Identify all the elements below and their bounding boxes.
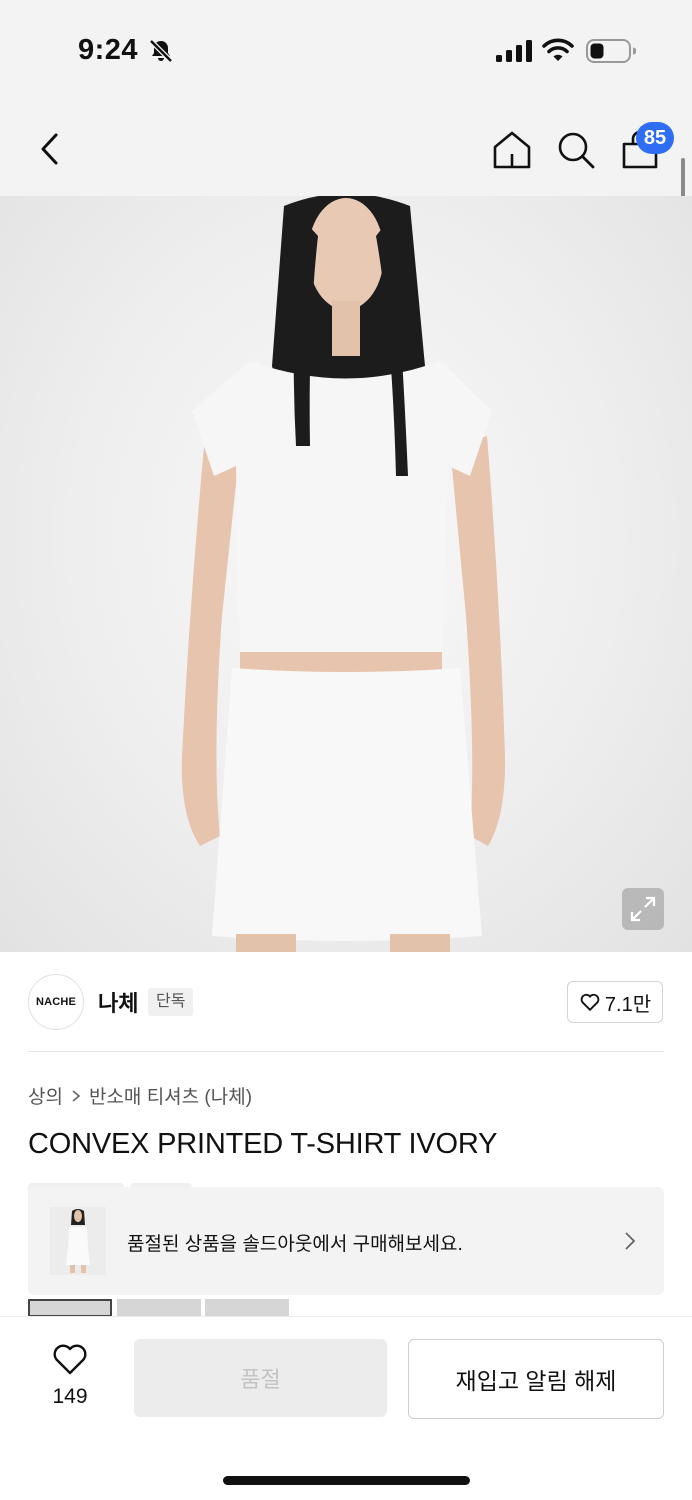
battery-icon <box>586 39 636 63</box>
wishlist-button[interactable]: 149 <box>42 1343 98 1413</box>
brand-logo[interactable]: NACHE <box>28 974 84 1030</box>
heart-icon <box>53 1344 87 1375</box>
cart-count-badge: 85 <box>636 122 674 154</box>
brand-name[interactable]: 나체 <box>98 986 138 1018</box>
bell-off-icon <box>149 39 173 63</box>
breadcrumb-category[interactable]: 상의 <box>28 1082 63 1109</box>
heart-icon <box>580 993 600 1012</box>
product-thumbnail[interactable] <box>117 1299 201 1317</box>
soldout-banner-text: 품절된 상품을 솔드아웃에서 구매해보세요. <box>127 1234 463 1255</box>
brand-like-count: 7.1만 <box>604 993 652 1016</box>
soldout-button: 품절 <box>134 1339 387 1417</box>
back-arrow-icon[interactable] <box>30 128 70 170</box>
bottom-action-bar: 149 품절 재입고 알림 해제 <box>0 1316 692 1500</box>
expand-icon[interactable] <box>622 888 664 930</box>
status-time: 9:24 <box>78 34 139 66</box>
nav-bar <box>0 100 692 196</box>
product-thumbnail[interactable] <box>205 1299 289 1317</box>
breadcrumb-subcategory[interactable]: 반소매 티셔츠 (나체) <box>89 1082 252 1109</box>
product-image[interactable] <box>0 196 692 952</box>
divider <box>28 1051 664 1052</box>
banner-thumbnail <box>50 1207 106 1275</box>
product-title: CONVEX PRINTED T-SHIRT IVORY <box>28 1128 498 1160</box>
chevron-right-icon <box>625 1232 636 1250</box>
signal-icon <box>496 40 532 62</box>
wifi-icon <box>542 38 574 61</box>
restock-alert-button[interactable]: 재입고 알림 해제 <box>408 1339 664 1419</box>
product-thumbnail[interactable] <box>28 1299 112 1317</box>
soldout-banner[interactable]: 품절된 상품을 솔드아웃에서 구매해보세요. <box>28 1187 664 1295</box>
model-photo <box>181 196 506 952</box>
search-icon[interactable] <box>554 128 598 172</box>
home-indicator <box>223 1476 470 1485</box>
breadcrumb: 상의 반소매 티셔츠 (나체) <box>28 1082 252 1109</box>
status-bar: 9:24 <box>0 0 692 100</box>
chevron-right-icon <box>72 1089 81 1102</box>
exclusive-badge: 단독 <box>148 988 194 1016</box>
brand-like-button[interactable]: 7.1만 <box>567 981 663 1023</box>
wishlist-count: 149 <box>52 1385 88 1408</box>
home-icon[interactable] <box>490 128 534 172</box>
